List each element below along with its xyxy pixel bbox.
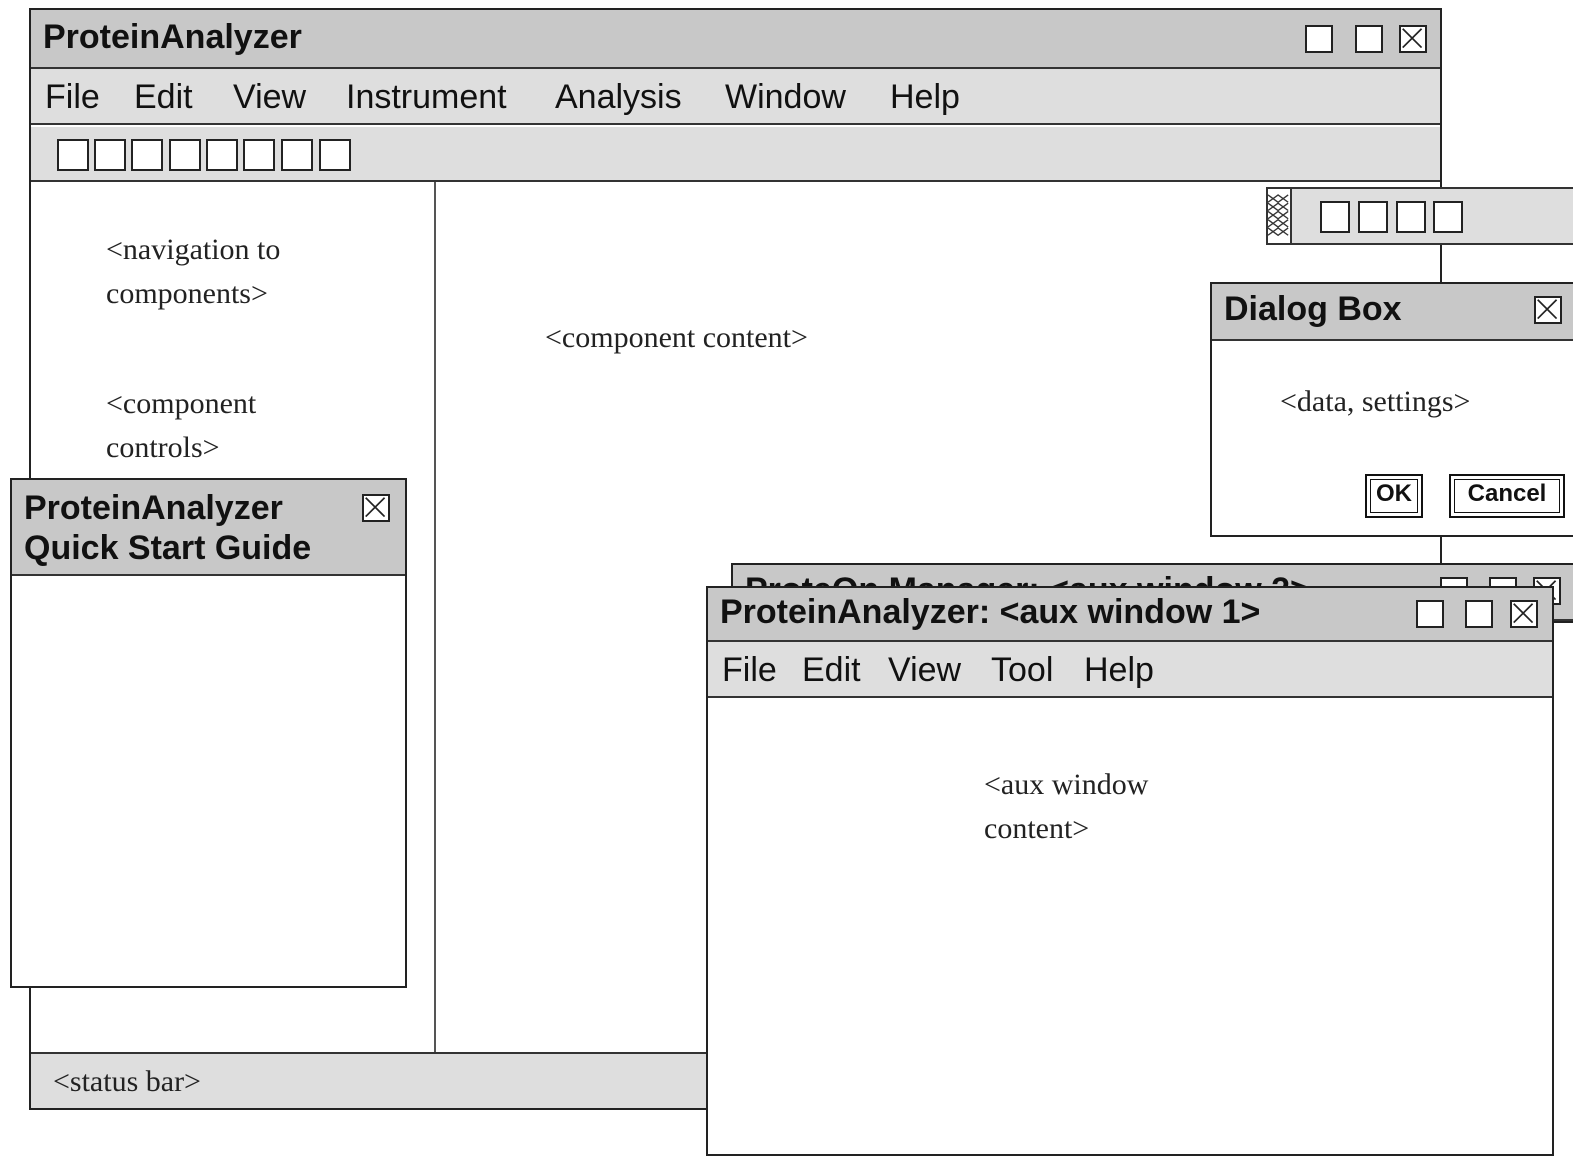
main-window-title: ProteinAnalyzer	[43, 18, 302, 56]
floating-toolbar	[1266, 187, 1573, 245]
component-controls-placeholder: <component controls>	[106, 387, 257, 464]
menu-view[interactable]: View	[233, 69, 306, 125]
main-toolbar	[31, 127, 1440, 182]
menu-instrument[interactable]: Instrument	[346, 69, 507, 125]
menu-window[interactable]: Window	[725, 69, 846, 125]
toolbar-button[interactable]	[243, 139, 275, 171]
close-icon	[1537, 299, 1558, 320]
toolbar-button[interactable]	[169, 139, 201, 171]
aux-menu-tool[interactable]: Tool	[991, 642, 1053, 698]
menu-file[interactable]: File	[45, 69, 100, 125]
navigation-placeholder: <navigation to components>	[106, 233, 281, 310]
dialog-title: Dialog Box	[1224, 290, 1402, 328]
aux-window-1: ProteinAnalyzer: <aux window 1> File Edi…	[706, 586, 1554, 1156]
menu-edit[interactable]: Edit	[134, 69, 193, 125]
left-panel-divider[interactable]	[434, 182, 436, 1052]
main-title-bar[interactable]: ProteinAnalyzer	[31, 10, 1440, 69]
toolbar-button[interactable]	[57, 139, 89, 171]
aux-window-1-maximize-button[interactable]	[1465, 600, 1493, 628]
toolbar-button[interactable]	[206, 139, 238, 171]
toolbar-button[interactable]	[1320, 201, 1350, 233]
dialog-title-bar[interactable]: Dialog Box	[1212, 284, 1573, 341]
status-bar-text: <status bar>	[53, 1065, 201, 1098]
quick-start-title-bar[interactable]: ProteinAnalyzer Quick Start Guide	[12, 480, 405, 576]
aux-window-1-minimize-button[interactable]	[1416, 600, 1444, 628]
aux-window-content-placeholder: <aux window content>	[984, 768, 1149, 845]
quick-start-close-button[interactable]	[362, 494, 390, 522]
toolbar-button[interactable]	[1396, 201, 1426, 233]
toolbar-button[interactable]	[94, 139, 126, 171]
close-icon	[1513, 603, 1534, 624]
toolbar-button[interactable]	[281, 139, 313, 171]
aux-window-1-close-button[interactable]	[1510, 600, 1538, 628]
close-icon	[1402, 28, 1423, 49]
aux-menu-file[interactable]: File	[722, 642, 777, 698]
minimize-button[interactable]	[1305, 25, 1333, 53]
ok-button[interactable]: OK	[1365, 474, 1423, 518]
close-icon	[365, 497, 386, 518]
toolbar-button[interactable]	[131, 139, 163, 171]
dialog-close-button[interactable]	[1534, 296, 1562, 324]
cancel-button[interactable]: Cancel	[1449, 474, 1565, 518]
aux-window-1-title-bar[interactable]: ProteinAnalyzer: <aux window 1>	[708, 588, 1552, 642]
component-content-placeholder: <component content>	[545, 321, 808, 354]
grip-icon	[1267, 194, 1289, 237]
quick-start-window: ProteinAnalyzer Quick Start Guide	[10, 478, 407, 988]
aux-menu-help[interactable]: Help	[1084, 642, 1154, 698]
menu-help[interactable]: Help	[890, 69, 960, 125]
toolbar-button[interactable]	[1358, 201, 1388, 233]
aux-window-1-title: ProteinAnalyzer: <aux window 1>	[720, 593, 1261, 631]
close-button[interactable]	[1399, 25, 1427, 53]
menu-analysis[interactable]: Analysis	[555, 69, 682, 125]
maximize-button[interactable]	[1355, 25, 1383, 53]
toolbar-button[interactable]	[319, 139, 351, 171]
aux-menu-edit[interactable]: Edit	[802, 642, 861, 698]
aux-window-1-menu-bar: File Edit View Tool Help	[708, 642, 1552, 698]
toolbar-button[interactable]	[1433, 201, 1463, 233]
aux-menu-view[interactable]: View	[888, 642, 961, 698]
toolbar-grip-handle[interactable]	[1267, 189, 1292, 243]
quick-start-title: ProteinAnalyzer Quick Start Guide	[24, 489, 312, 567]
dialog-body-placeholder: <data, settings>	[1280, 385, 1471, 418]
dialog-box: Dialog Box <data, settings> OK Cancel	[1210, 282, 1573, 537]
main-menu-bar: File Edit View Instrument Analysis Windo…	[31, 69, 1440, 125]
